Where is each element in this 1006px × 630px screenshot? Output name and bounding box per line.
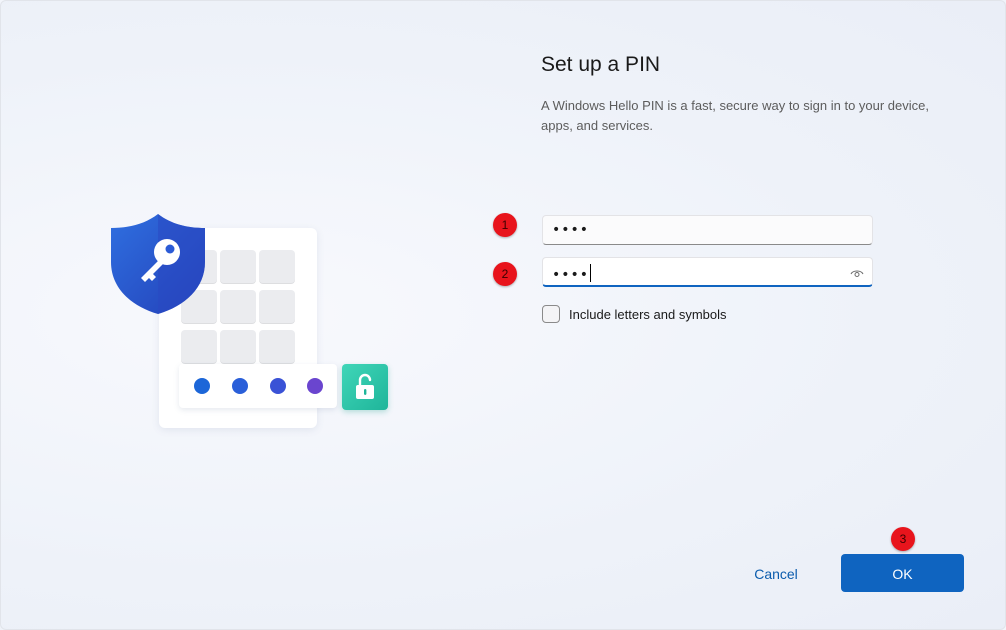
keypad-key xyxy=(259,250,295,284)
unlocked-padlock-icon xyxy=(342,364,388,410)
confirm-pin-input[interactable]: •••• xyxy=(542,257,873,287)
pin-illustration xyxy=(101,206,401,441)
pin-dot xyxy=(270,378,286,394)
pin-dots-strip xyxy=(179,364,337,408)
include-letters-option[interactable]: Include letters and symbols xyxy=(542,304,727,324)
keypad-key xyxy=(220,250,256,284)
setup-pin-dialog: Set up a PIN A Windows Hello PIN is a fa… xyxy=(0,0,1006,630)
ok-button[interactable]: OK xyxy=(841,554,964,592)
pin-dot xyxy=(307,378,323,394)
new-pin-input[interactable]: •••• xyxy=(542,215,873,245)
page-title: Set up a PIN xyxy=(541,53,661,76)
step-badge-3: 3 xyxy=(891,527,915,551)
text-caret xyxy=(590,264,592,282)
include-letters-checkbox[interactable] xyxy=(542,305,560,323)
keypad-key xyxy=(220,290,256,324)
shield-key-icon xyxy=(109,212,207,316)
page-description: A Windows Hello PIN is a fast, secure wa… xyxy=(541,98,930,133)
keypad-key xyxy=(259,330,295,364)
confirm-pin-value: •••• xyxy=(552,267,590,283)
new-pin-value: •••• xyxy=(552,222,590,238)
step-badge-1: 1 xyxy=(493,213,517,237)
cancel-button[interactable]: Cancel xyxy=(729,554,823,592)
step-badge-2: 2 xyxy=(493,262,517,286)
pin-dot xyxy=(232,378,248,394)
keypad-key xyxy=(220,330,256,364)
eye-icon[interactable] xyxy=(850,266,864,278)
confirm-pin-value-wrap: •••• xyxy=(552,264,592,283)
include-letters-label: Include letters and symbols xyxy=(569,306,727,322)
keypad-key xyxy=(181,330,217,364)
keypad-key xyxy=(259,290,295,324)
pin-dot xyxy=(194,378,210,394)
